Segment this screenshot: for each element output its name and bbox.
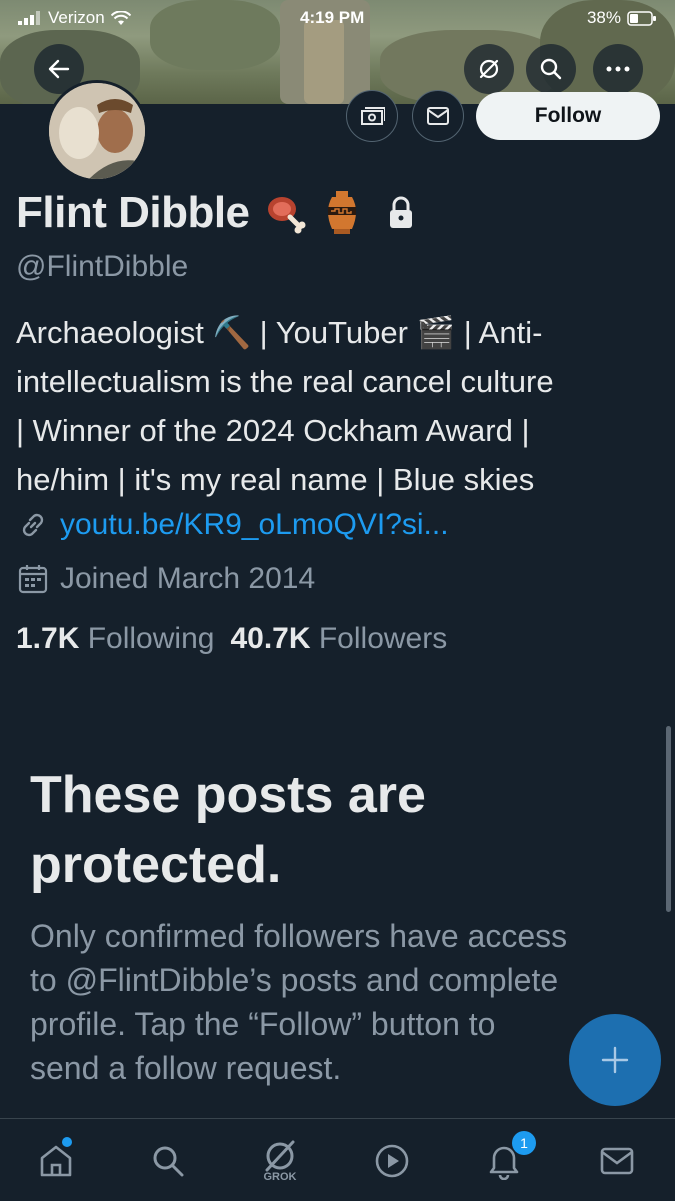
- money-icon: [361, 107, 385, 125]
- signal-icon: [18, 11, 40, 25]
- play-icon: [375, 1144, 409, 1178]
- meat-emoji-icon: [267, 197, 306, 234]
- protected-title: These posts are protected.: [30, 760, 630, 900]
- avatar-photo: [49, 83, 145, 179]
- link-icon: [22, 513, 44, 537]
- protected-message-line: profile. Tap the “Follow” button to: [30, 1006, 496, 1042]
- lock-icon: [389, 196, 412, 228]
- status-bar: Verizon 4:19 PM 38%: [0, 0, 675, 34]
- battery-group: 38%: [587, 8, 657, 28]
- bio-line: he/him | it's my real name | Blue skies: [16, 462, 535, 497]
- scrollbar[interactable]: [666, 726, 671, 912]
- followers-label: Followers: [318, 622, 448, 655]
- nav-home[interactable]: [26, 1131, 86, 1191]
- calendar-icon: [18, 565, 48, 594]
- bio-line: intellectualism is the real cancel cultu…: [16, 364, 554, 399]
- name-row: Flint Dibble: [16, 188, 416, 238]
- battery-percent: 38%: [586, 8, 621, 27]
- bottom-nav: GROK 1: [0, 1118, 675, 1201]
- nav-videos[interactable]: [362, 1131, 422, 1191]
- message-button[interactable]: [412, 90, 464, 142]
- subscribe-button[interactable]: [346, 90, 398, 142]
- joined-date: Joined March 2014: [60, 562, 316, 595]
- follow-stats: 1.7K Following 40.7K Followers: [16, 622, 447, 656]
- more-options-button[interactable]: [593, 44, 643, 94]
- plus-icon: [601, 1046, 629, 1074]
- followers-stat[interactable]: 40.7K Followers: [230, 622, 447, 656]
- protected-title-line: protected.: [30, 836, 282, 894]
- nav-grok[interactable]: GROK: [250, 1131, 310, 1191]
- grok-icon: [265, 1140, 295, 1172]
- following-stat[interactable]: 1.7K Following: [16, 622, 214, 656]
- following-count: 1.7K: [16, 622, 80, 655]
- wifi-icon: [110, 10, 131, 25]
- grok-button[interactable]: [464, 44, 514, 94]
- follow-button[interactable]: Follow: [476, 92, 660, 140]
- more-icon: [606, 66, 630, 72]
- followers-count: 40.7K: [230, 622, 311, 655]
- joined-row: Joined March 2014: [16, 562, 315, 596]
- back-arrow-icon: [48, 59, 70, 79]
- protected-message-line: to @FlintDibble’s posts and complete: [30, 962, 559, 998]
- protected-message-line: Only confirmed followers have access: [30, 918, 568, 954]
- profile-bio: Archaeologist ⛏️ | YouTuber 🎬 | Anti- in…: [16, 308, 666, 504]
- notifications-badge: 1: [512, 1131, 536, 1155]
- mail-icon: [600, 1147, 634, 1175]
- carrier-group: Verizon: [18, 8, 131, 28]
- mail-icon: [427, 107, 449, 125]
- home-icon: [40, 1145, 72, 1177]
- nav-messages[interactable]: [587, 1131, 647, 1191]
- home-unread-dot: [62, 1137, 72, 1147]
- compose-post-button[interactable]: [569, 1014, 661, 1106]
- display-name: Flint Dibble: [16, 188, 250, 237]
- grok-label: GROK: [263, 1171, 297, 1183]
- search-button[interactable]: [526, 44, 576, 94]
- battery-icon: [627, 10, 656, 26]
- nav-notifications[interactable]: 1: [474, 1131, 536, 1191]
- search-icon: [153, 1146, 184, 1177]
- clock: 4:19 PM: [300, 8, 365, 27]
- carrier-name: Verizon: [48, 8, 105, 27]
- profile-link[interactable]: youtu.be/KR9_oLmoQVI?si...: [60, 508, 449, 542]
- bio-line: | Winner of the 2024 Ockham Award |: [16, 413, 530, 448]
- protected-message: Only confirmed followers have access to …: [30, 914, 650, 1090]
- protected-title-line: These posts are: [30, 766, 426, 824]
- amphora-emoji-icon: [327, 191, 356, 234]
- bio-line: Archaeologist ⛏️ | YouTuber 🎬 | Anti-: [16, 315, 543, 350]
- nav-search[interactable]: [138, 1131, 198, 1191]
- user-handle: @FlintDibble: [16, 250, 189, 283]
- grok-icon: [479, 59, 499, 79]
- following-label: Following: [87, 622, 215, 655]
- protected-message-line: send a follow request.: [30, 1050, 342, 1086]
- avatar[interactable]: [46, 80, 148, 182]
- search-icon: [540, 58, 562, 80]
- profile-link-row: youtu.be/KR9_oLmoQVI?si...: [16, 508, 449, 542]
